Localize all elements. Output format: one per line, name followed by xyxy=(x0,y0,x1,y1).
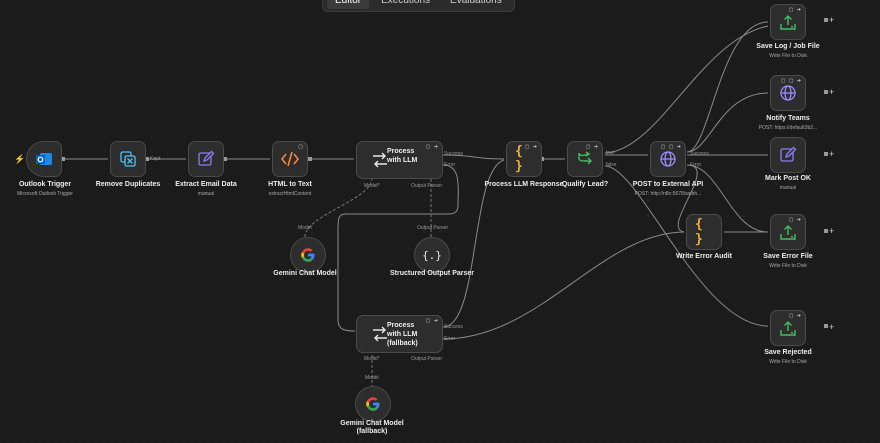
node-toolbar-icons: ▢ ➔ xyxy=(425,144,439,150)
port-output-parser: Output Parser xyxy=(417,225,449,231)
file-write-icon xyxy=(779,319,797,337)
label-gemini-chat-model: Gemini Chat Model xyxy=(273,270,337,277)
output-handle xyxy=(824,152,828,156)
output-handle xyxy=(824,90,828,94)
port-true: true xyxy=(606,150,615,156)
connection-canvas xyxy=(61,18,828,388)
edit-icon xyxy=(779,146,797,164)
node-mark-post-ok[interactable] xyxy=(770,137,806,173)
file-write-icon xyxy=(779,13,797,31)
label-save-error-file: Save Error File Write File to Disk xyxy=(763,253,813,269)
node-post-to-external-api[interactable]: ▢ ▢ ➔ xyxy=(650,141,686,177)
label-notify-teams: Notify Teams POST: https://default3b2... xyxy=(758,115,818,131)
port-error: Error xyxy=(690,162,702,168)
node-outlook-trigger[interactable] xyxy=(26,141,62,177)
port-model: Model xyxy=(365,375,379,381)
port-output-parser: Output Parser xyxy=(411,183,443,189)
code-braces-icon: { } xyxy=(515,144,523,174)
node-process-llm-response[interactable]: ▢ ➔ { } xyxy=(506,141,542,177)
google-icon xyxy=(299,246,317,264)
label-structured-output-parser: Structured Output Parser xyxy=(389,270,474,277)
edit-icon xyxy=(197,150,215,168)
outlook-icon xyxy=(35,150,53,168)
node-gemini-chat-model-fallback[interactable] xyxy=(355,386,391,422)
label-qualify-lead: Qualify Lead? xyxy=(561,181,609,188)
node-structured-output-parser[interactable]: {.} xyxy=(414,237,450,273)
label-remove-duplicates: Remove Duplicates xyxy=(95,181,161,188)
node-write-error-audit[interactable]: { } xyxy=(686,214,722,250)
file-write-icon xyxy=(779,223,797,241)
label-save-rejected: Save Rejected Write File to Disk xyxy=(764,349,812,365)
node-extract-email-data[interactable] xyxy=(188,141,224,177)
node-toolbar-icons: ▢ xyxy=(298,144,304,150)
edge-post-savelog xyxy=(686,21,769,153)
port-success: Success xyxy=(444,151,463,157)
trigger-bolt-icon: ⚡ xyxy=(14,154,26,164)
label-outlook-trigger: Outlook Trigger Microsoft Outlook Trigge… xyxy=(17,181,73,197)
label-post-to-external-api: POST to External API POST: http://n8n:56… xyxy=(632,181,704,197)
node-process-with-llm-fallback[interactable]: ▢ ➔ Process with LLM (fallback) xyxy=(356,315,443,353)
google-icon xyxy=(364,395,382,413)
node-save-log-job-file[interactable]: ▢ ➔ xyxy=(770,4,806,40)
port-model: Model* xyxy=(364,356,380,362)
add-node-plus-icon[interactable]: + xyxy=(829,322,834,332)
node-html-to-text[interactable]: ▢ xyxy=(272,141,308,177)
node-toolbar-icons: ▢ ➔ xyxy=(425,318,439,324)
port-success: Success xyxy=(690,151,709,157)
label-write-error-audit: Write Error Audit xyxy=(675,253,732,260)
code-icon xyxy=(281,150,299,168)
port-model: Model* xyxy=(364,183,380,189)
port-error: Error xyxy=(444,162,456,168)
label-html-to-text: HTML to Text extractHtmlContent xyxy=(268,181,312,197)
node-qualify-lead[interactable]: ▢ ➔ xyxy=(567,141,603,177)
label-extract-email-data: Extract Email Data manual xyxy=(175,181,237,197)
node-title: Process with LLM (fallback) xyxy=(387,322,418,347)
edge-label-kept: Kept xyxy=(150,156,161,162)
node-save-error-file[interactable]: ▢ ➔ xyxy=(770,214,806,250)
edge-llmfb-error-writeerror xyxy=(442,231,685,340)
node-process-with-llm[interactable]: ▢ ➔ Process with LLM xyxy=(356,141,443,179)
globe-icon xyxy=(779,84,797,102)
output-handle xyxy=(824,324,828,328)
node-gemini-chat-model[interactable] xyxy=(290,237,326,273)
code-braces-icon: { } xyxy=(695,217,703,247)
add-node-plus-icon[interactable]: + xyxy=(829,226,834,236)
port-error: Error xyxy=(444,336,456,342)
output-handle xyxy=(824,18,828,22)
node-title: Process with LLM xyxy=(387,148,418,164)
json-braces-icon: {.} xyxy=(422,248,442,262)
label-gemini-chat-model-fallback: Gemini Chat Model (fallback) xyxy=(340,420,404,435)
if-branch-icon xyxy=(576,150,594,168)
node-save-rejected[interactable]: ▢ ➔ xyxy=(770,310,806,346)
remove-duplicates-icon xyxy=(119,150,137,168)
globe-icon xyxy=(659,150,677,168)
add-node-plus-icon[interactable]: + xyxy=(829,15,834,25)
output-handle xyxy=(308,157,312,161)
port-false: false xyxy=(606,162,617,168)
output-handle xyxy=(824,229,828,233)
port-success: Success xyxy=(444,324,463,330)
node-notify-teams[interactable]: ▢ ▢ ➔ xyxy=(770,75,806,111)
add-node-plus-icon[interactable]: + xyxy=(829,87,834,97)
node-remove-duplicates[interactable] xyxy=(110,141,146,177)
label-save-log-job-file: Save Log / Job File Write File to Disk xyxy=(756,43,820,59)
label-mark-post-ok: Mark Post OK manual xyxy=(765,175,811,191)
add-node-plus-icon[interactable]: + xyxy=(829,149,834,159)
port-output-parser: Output Parser xyxy=(411,356,443,362)
port-model: Model xyxy=(298,225,312,231)
